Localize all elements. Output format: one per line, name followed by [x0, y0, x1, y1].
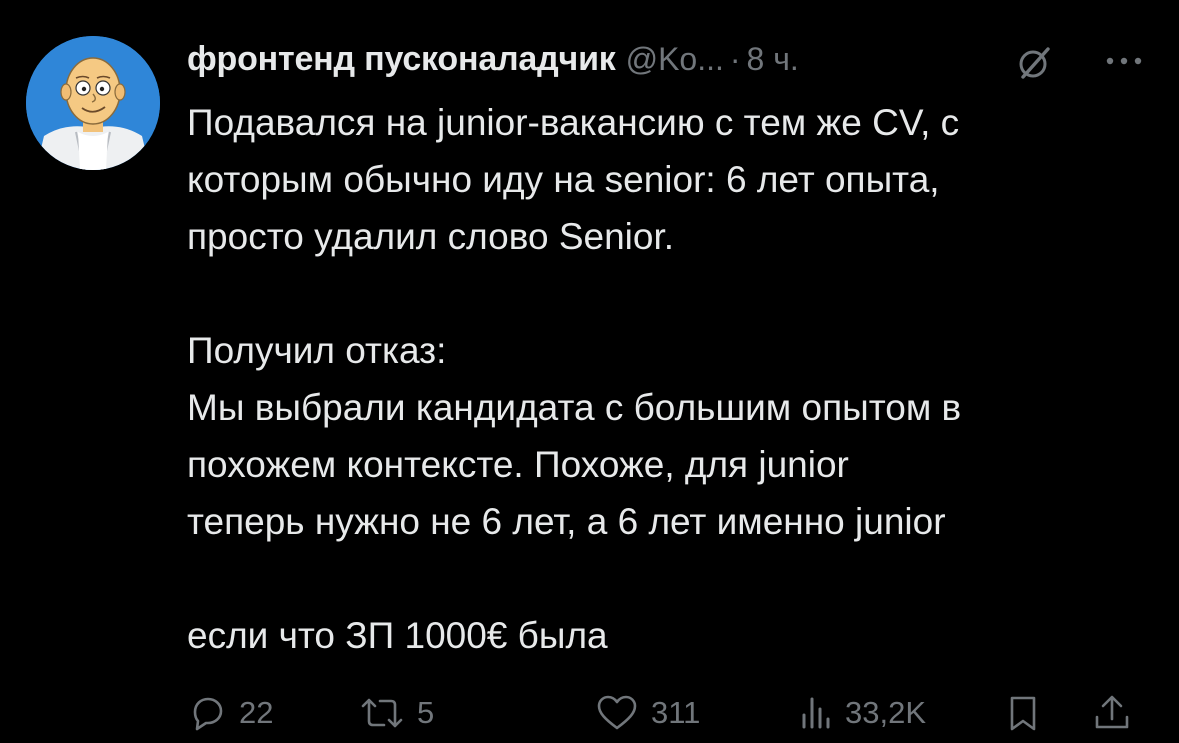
post-text-line: Мы выбрали кандидата с большим опытом в: [187, 387, 962, 428]
separator-dot: ·: [729, 40, 741, 77]
views-icon: [799, 693, 833, 733]
post-text-line: если что ЗП 1000€ была: [187, 615, 608, 656]
like-button[interactable]: 311: [595, 688, 700, 738]
views-button[interactable]: 33,2K: [799, 688, 926, 738]
post-text-line: теперь нужно не 6 лет, а 6 лет именно ju…: [187, 501, 946, 542]
grok-icon[interactable]: [1015, 43, 1055, 83]
reply-button[interactable]: 22: [187, 688, 273, 738]
action-bar: 22 5 311 33,2K: [187, 688, 1147, 738]
avatar-image: [26, 36, 160, 170]
user-handle[interactable]: @Ko...: [626, 41, 724, 78]
post-text-line: которым обычно иду на senior: 6 лет опыт…: [187, 159, 940, 200]
more-icon[interactable]: [1104, 54, 1144, 68]
post-text-line: похожем контексте. Похоже, для junior: [187, 444, 849, 485]
share-icon: [1092, 693, 1132, 733]
like-count: 311: [651, 695, 701, 730]
post-header: фронтенд пусконаладчик @Ko... · 8 ч.: [187, 28, 1157, 90]
reply-icon: [187, 693, 227, 733]
bookmark-button[interactable]: [1005, 688, 1041, 738]
bookmark-icon: [1005, 693, 1041, 733]
retweet-button[interactable]: 5: [359, 688, 434, 738]
post-text-line: просто удалил слово Senior.: [187, 216, 675, 257]
retweet-count: 5: [417, 695, 435, 730]
post-text: Подавался на junior-вакансию с тем же CV…: [187, 94, 1147, 664]
avatar[interactable]: [26, 36, 160, 170]
views-count: 33,2K: [845, 695, 927, 730]
post-text-line: Получил отказ:: [187, 330, 447, 371]
display-name[interactable]: фронтенд пусконаладчик: [187, 40, 616, 79]
share-button[interactable]: [1092, 688, 1132, 738]
reply-count: 22: [239, 695, 274, 730]
post-text-line: Подавался на junior-вакансию с тем же CV…: [187, 102, 960, 143]
post-time[interactable]: 8 ч.: [747, 41, 799, 78]
retweet-icon: [359, 693, 405, 733]
heart-icon: [595, 693, 639, 733]
post: фронтенд пусконаладчик @Ko... · 8 ч. Под…: [187, 28, 1157, 664]
